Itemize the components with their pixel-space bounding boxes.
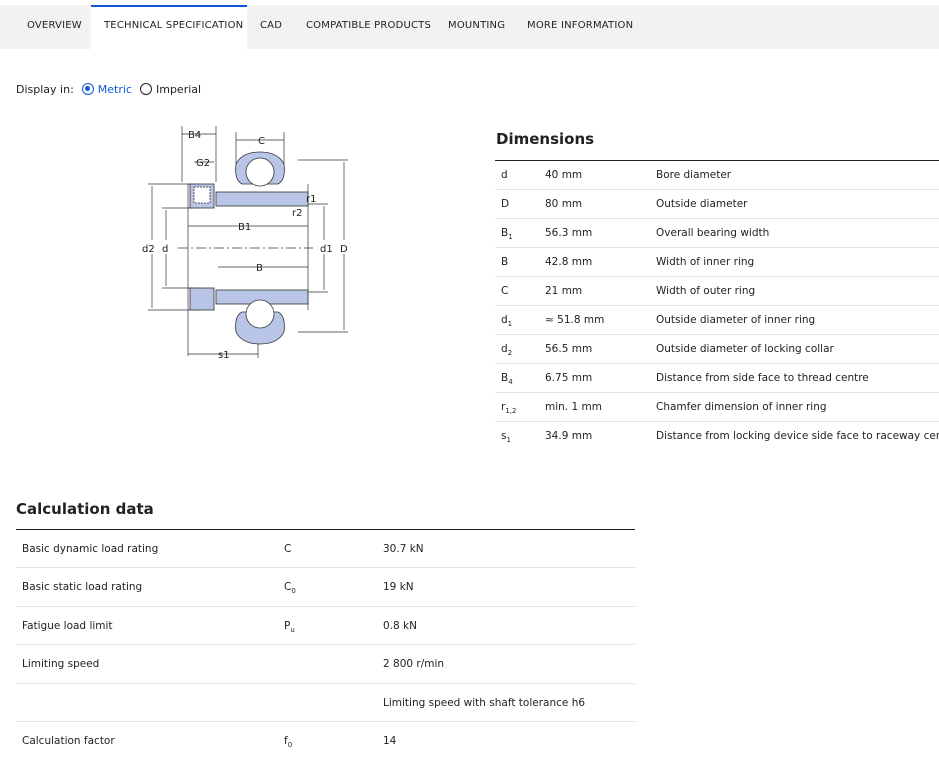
dim-value: 80 mm <box>545 198 583 210</box>
bearing-drawing: B4 G2 C r1 r2 B1 B d2 d d1 D s1 <box>142 126 348 361</box>
dim-desc: Chamfer dimension of inner ring <box>656 401 827 413</box>
dim-value: min. 1 mm <box>545 401 602 413</box>
calc-value: 14 <box>383 734 397 747</box>
dim-symbol: C <box>501 285 509 297</box>
calc-symbol: Pu <box>284 619 295 634</box>
unit-display-toggle: Display in: Metric Imperial <box>16 81 201 97</box>
table-row: Calculation factor f0 14 <box>16 722 635 759</box>
calc-name: Basic static load rating <box>22 581 143 594</box>
table-row: B4 6.75 mm Distance from side face to th… <box>495 364 939 393</box>
label-d1: d1 <box>320 244 333 255</box>
calc-name: Limiting speed <box>22 658 100 671</box>
label-d2: d2 <box>142 244 155 255</box>
dim-desc: Bore diameter <box>656 169 732 181</box>
calc-value: 0.8 kN <box>383 619 417 632</box>
tab-bar: OVERVIEW TECHNICAL SPECIFICATION CAD COM… <box>0 5 939 49</box>
radio-unchecked-icon <box>139 83 152 95</box>
label-r2: r2 <box>292 208 302 219</box>
dim-desc: Distance from side face to thread centre <box>656 372 869 384</box>
dim-value: 21 mm <box>545 285 583 297</box>
dim-desc: Width of outer ring <box>656 285 756 297</box>
dim-desc: Outside diameter <box>656 198 748 210</box>
dim-desc: Width of inner ring <box>656 256 755 268</box>
calc-name: Basic dynamic load rating <box>22 543 159 555</box>
calc-symbol: C <box>284 543 292 555</box>
dim-symbol: d2 <box>501 343 513 358</box>
calc-value: Limiting speed with shaft tolerance h6 <box>383 696 586 709</box>
table-row: Fatigue load limit Pu 0.8 kN <box>16 607 635 646</box>
table-row: Limiting speed 2 800 r/min <box>16 645 635 684</box>
tab-mounting[interactable]: MOUNTING <box>448 5 505 49</box>
table-row: d 40 mm Bore diameter <box>495 161 939 190</box>
calc-value: 2 800 r/min <box>383 658 445 671</box>
dim-value: 42.8 mm <box>545 256 593 268</box>
radio-imperial[interactable]: Imperial <box>139 82 202 96</box>
dim-symbol: B <box>501 256 509 268</box>
radio-metric-label: Metric <box>97 82 132 96</box>
table-row: Limiting speed with shaft tolerance h6 <box>16 684 635 722</box>
dim-symbol: B1 <box>501 227 513 242</box>
dim-desc: Distance from locking device side face t… <box>656 430 939 442</box>
dim-value: 6.75 mm <box>545 372 593 384</box>
label-c: C <box>258 136 265 147</box>
label-s1: s1 <box>218 350 230 361</box>
table-row: d1 ≈ 51.8 mm Outside diameter of inner r… <box>495 306 939 335</box>
dimensions-table: d 40 mm Bore diameter D 80 mm Outside di… <box>495 160 939 451</box>
table-row: C 21 mm Width of outer ring <box>495 277 939 306</box>
table-row: B1 56.3 mm Overall bearing width <box>495 219 939 248</box>
tab-cad[interactable]: CAD <box>260 5 282 49</box>
dim-desc: Outside diameter of locking collar <box>656 343 834 355</box>
calculation-title: Calculation data <box>16 500 154 518</box>
dim-value: 34.9 mm <box>545 430 593 442</box>
dim-symbol: r1,2 <box>501 401 517 416</box>
dim-symbol: B4 <box>501 372 513 387</box>
table-row: d2 56.5 mm Outside diameter of locking c… <box>495 335 939 364</box>
tab-compatible-products[interactable]: COMPATIBLE PRODUCTS <box>306 5 431 49</box>
dimensions-title: Dimensions <box>496 130 595 148</box>
calc-name: Calculation factor <box>22 734 115 747</box>
dim-desc: Overall bearing width <box>656 227 770 239</box>
display-label: Display in: <box>16 82 74 96</box>
calc-symbol: C0 <box>284 581 296 596</box>
calc-symbol: f0 <box>284 734 293 750</box>
dim-desc: Outside diameter of inner ring <box>656 314 816 326</box>
tab-technical-specification[interactable]: TECHNICAL SPECIFICATION <box>91 5 247 49</box>
radio-metric[interactable]: Metric <box>81 82 132 96</box>
calc-value: 30.7 kN <box>383 543 424 555</box>
dim-value: ≈ 51.8 mm <box>545 314 605 326</box>
table-row: B 42.8 mm Width of inner ring <box>495 248 939 277</box>
label-r1: r1 <box>306 194 316 205</box>
label-b: B <box>256 263 263 274</box>
dim-value: 56.5 mm <box>545 343 593 355</box>
table-row: r1,2 min. 1 mm Chamfer dimension of inne… <box>495 393 939 422</box>
calc-value: 19 kN <box>383 581 414 594</box>
dim-symbol: d <box>501 169 508 181</box>
dim-value: 56.3 mm <box>545 227 593 239</box>
table-row: s1 34.9 mm Distance from locking device … <box>495 422 939 451</box>
label-d: d <box>162 244 168 255</box>
dim-symbol: s1 <box>501 430 511 445</box>
label-b1: B1 <box>238 222 251 233</box>
table-row: Basic dynamic load rating C 30.7 kN <box>16 530 635 569</box>
radio-checked-icon <box>81 83 94 95</box>
dim-symbol: d1 <box>501 314 513 329</box>
tab-overview[interactable]: OVERVIEW <box>27 5 82 49</box>
calculation-table: Basic dynamic load rating C 30.7 kN Basi… <box>16 529 635 759</box>
dim-value: 40 mm <box>545 169 583 181</box>
calc-name: Fatigue load limit <box>22 619 113 632</box>
table-row: Basic static load rating C0 19 kN <box>16 568 635 607</box>
table-row: D 80 mm Outside diameter <box>495 190 939 219</box>
label-g2: G2 <box>196 158 210 169</box>
radio-imperial-label: Imperial <box>155 82 202 96</box>
label-outer-d: D <box>340 244 348 255</box>
dim-symbol: D <box>501 198 510 210</box>
label-b4: B4 <box>188 130 201 141</box>
tab-more-information[interactable]: MORE INFORMATION <box>527 5 633 49</box>
